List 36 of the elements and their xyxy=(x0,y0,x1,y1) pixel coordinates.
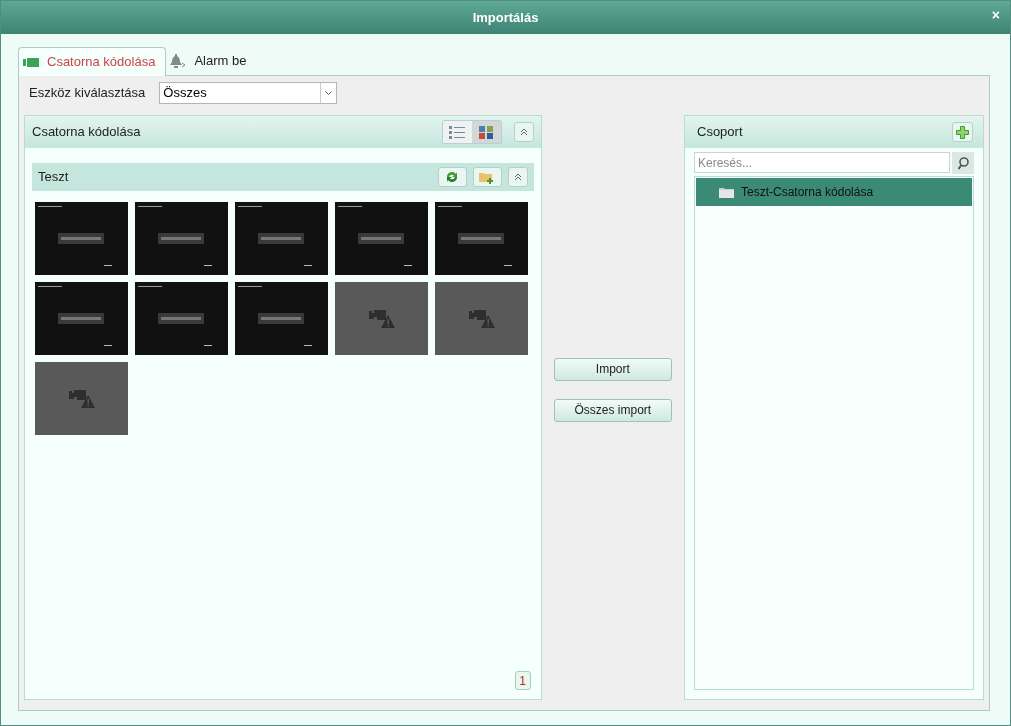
camera-warning-icon xyxy=(68,388,95,409)
panel-title: Csatorna kódolása xyxy=(32,123,142,142)
list-view-button[interactable] xyxy=(442,121,472,143)
field-label: Eszköz kiválasztása xyxy=(29,84,146,103)
camera-warning-icon xyxy=(368,308,395,329)
camera-warning-icon xyxy=(468,308,495,329)
chevron-down-icon xyxy=(325,90,333,96)
tab[interactable]: Csatorna kódolása xyxy=(18,47,167,76)
add-button[interactable] xyxy=(952,122,973,142)
search-field[interactable]: Keresés... xyxy=(694,152,951,173)
collapse-button[interactable] xyxy=(507,167,528,187)
panel-title: Csoport xyxy=(697,123,744,142)
device-dropdown[interactable]: Összes xyxy=(159,82,338,104)
refresh-icon xyxy=(445,170,460,184)
grid-icon xyxy=(479,125,494,139)
tree-item[interactable]: Teszt-Csatorna kódolása xyxy=(696,178,972,206)
list-icon xyxy=(449,125,466,139)
window-title: Importálás xyxy=(472,8,539,27)
grid-view-button[interactable] xyxy=(471,121,501,143)
import-button[interactable]: Import xyxy=(553,357,672,381)
plus-icon xyxy=(956,125,969,139)
folder-icon xyxy=(719,186,735,198)
group-title: Teszt xyxy=(38,168,70,187)
refresh-button[interactable] xyxy=(437,167,467,187)
bell-icon xyxy=(170,54,187,68)
double-chevron-up-icon xyxy=(519,128,528,136)
double-chevron-up-icon xyxy=(513,173,522,181)
page-button[interactable]: 1 xyxy=(514,671,531,690)
tab[interactable]: Alarm be xyxy=(166,47,257,75)
collapse-button[interactable] xyxy=(513,122,534,142)
import-button[interactable]: Összes import xyxy=(553,398,672,422)
folder-add-icon xyxy=(479,170,496,184)
search-button[interactable] xyxy=(952,152,974,174)
add-folder-button[interactable] xyxy=(472,167,502,187)
search-icon xyxy=(957,156,969,170)
camera-icon xyxy=(23,57,39,67)
